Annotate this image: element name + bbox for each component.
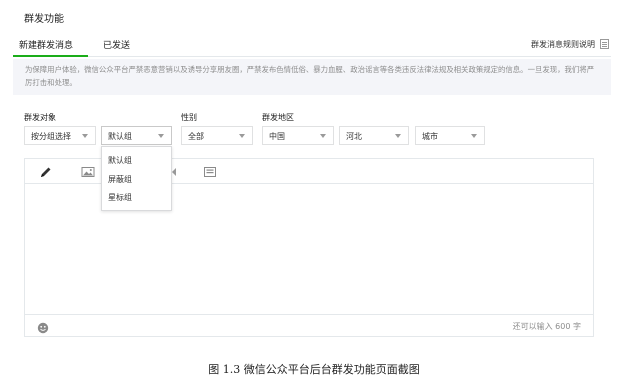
group-dropdown-menu: 默认组 屏蔽组 星标组	[101, 146, 172, 211]
group-select[interactable]: 默认组	[101, 126, 172, 145]
policy-notice: 为保障用户体验，微信公众平台严禁恶意营销以及诱导分享朋友圈，严禁发布色情低俗、暴…	[13, 59, 611, 95]
chevron-down-icon	[471, 134, 477, 138]
region-label: 群发地区	[262, 113, 294, 122]
country-select[interactable]: 中国	[262, 126, 334, 145]
active-tab-indicator	[13, 55, 88, 57]
chevron-down-icon	[239, 134, 245, 138]
dropdown-option-starred[interactable]: 星标组	[102, 187, 171, 206]
video-icon[interactable]	[203, 164, 217, 178]
province-value: 河北	[346, 132, 362, 141]
tab-bar: 新建群发消息 已发送 群发消息规则说明	[13, 33, 611, 57]
gender-value: 全部	[188, 132, 204, 141]
target-mode-value: 按分组选择	[31, 132, 71, 141]
gender-select[interactable]: 全部	[181, 126, 253, 145]
tab-new-broadcast[interactable]: 新建群发消息	[19, 38, 73, 51]
country-value: 中国	[269, 132, 285, 141]
group-value: 默认组	[108, 132, 132, 141]
editor-footer: 还可以输入 600 字	[25, 314, 593, 336]
chevron-down-icon	[82, 134, 88, 138]
target-label: 群发对象	[24, 113, 56, 122]
image-icon[interactable]	[81, 164, 95, 178]
city-select[interactable]: 城市	[415, 126, 485, 145]
figure-caption: 图 1.3 微信公众平台后台群发功能页面截图	[208, 363, 420, 376]
pencil-icon[interactable]	[39, 164, 53, 178]
smiley-icon[interactable]	[37, 319, 49, 334]
dropdown-option-default[interactable]: 默认组	[102, 150, 171, 169]
chevron-down-icon	[395, 134, 401, 138]
target-mode-select[interactable]: 按分组选择	[24, 126, 96, 145]
city-value: 城市	[422, 132, 438, 141]
page-title: 群发功能	[24, 14, 64, 25]
chevron-down-icon	[320, 134, 326, 138]
tab-sent[interactable]: 已发送	[103, 38, 130, 51]
gender-label: 性别	[181, 113, 197, 122]
province-select[interactable]: 河北	[339, 126, 409, 145]
char-counter: 还可以输入 600 字	[512, 322, 581, 331]
dropdown-option-blocked[interactable]: 屏蔽组	[102, 169, 171, 188]
chevron-down-icon	[158, 134, 164, 138]
doc-icon[interactable]	[600, 39, 609, 49]
broadcast-rules-link[interactable]: 群发消息规则说明	[531, 39, 595, 50]
